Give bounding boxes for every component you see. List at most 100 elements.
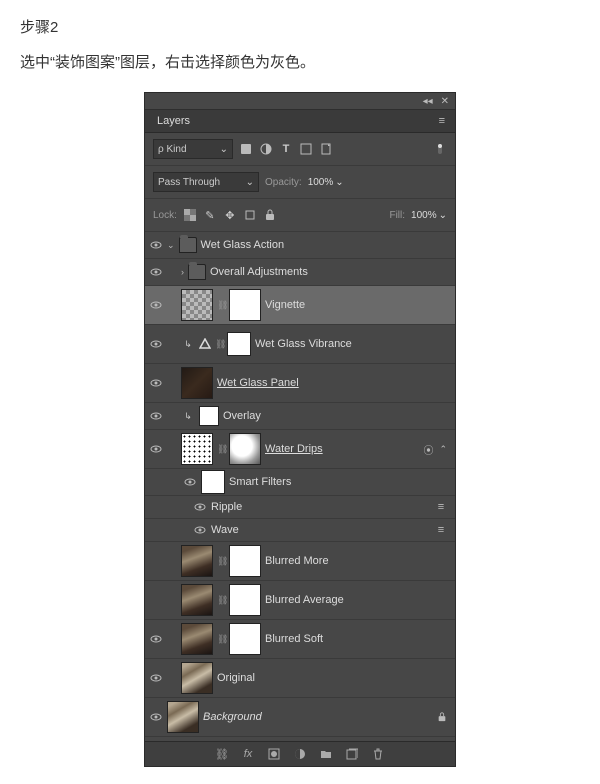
layer-name[interactable]: Overall Adjustments xyxy=(210,266,308,278)
filter-name[interactable]: Ripple xyxy=(211,501,242,513)
mask-thumbnail[interactable] xyxy=(227,332,251,356)
new-layer-icon[interactable] xyxy=(345,747,359,761)
layer-thumbnail[interactable] xyxy=(199,406,219,426)
caret-up-icon[interactable]: ⌃ xyxy=(439,444,447,455)
link-icon[interactable]: ⛓ xyxy=(217,634,225,645)
smart-filters-header[interactable]: Smart Filters xyxy=(145,469,455,496)
layer-name[interactable]: Original xyxy=(217,672,255,684)
layer-vibrance[interactable]: ↳ ⛓ Wet Glass Vibrance xyxy=(145,325,455,364)
lock-transparent-icon[interactable] xyxy=(183,208,197,222)
layer-group-adjustments[interactable]: › Overall Adjustments xyxy=(145,259,455,286)
close-icon[interactable]: ✕ xyxy=(441,96,449,107)
visibility-icon[interactable] xyxy=(149,554,163,568)
layer-name[interactable]: Background xyxy=(203,711,262,723)
filter-mask-thumbnail[interactable] xyxy=(201,470,225,494)
layer-thumbnail[interactable] xyxy=(181,367,213,399)
layer-name[interactable]: Overlay xyxy=(223,410,261,422)
layer-thumbnail[interactable] xyxy=(181,623,213,655)
layer-thumbnail[interactable] xyxy=(167,701,199,733)
visibility-icon[interactable] xyxy=(149,593,163,607)
lock-move-icon[interactable]: ✥ xyxy=(223,208,237,222)
filter-pixel-icon[interactable] xyxy=(239,142,253,156)
opacity-field[interactable]: 100% ⌄ xyxy=(308,177,344,188)
visibility-icon[interactable] xyxy=(149,442,163,456)
visibility-icon[interactable] xyxy=(149,376,163,390)
layer-name[interactable]: Wet Glass Panel xyxy=(217,377,299,389)
adjustment-layer-icon[interactable] xyxy=(293,747,307,761)
add-mask-icon[interactable] xyxy=(267,747,281,761)
mask-thumbnail[interactable] xyxy=(229,545,261,577)
layer-name[interactable]: Blurred More xyxy=(265,555,329,567)
layer-blurred-soft[interactable]: ⛓ Blurred Soft xyxy=(145,620,455,659)
visibility-icon[interactable] xyxy=(183,475,197,489)
lock-all-icon[interactable] xyxy=(263,208,277,222)
visibility-icon[interactable] xyxy=(149,409,163,423)
layer-vignette[interactable]: ⛓ Vignette xyxy=(145,286,455,325)
layer-name[interactable]: Vignette xyxy=(265,299,305,311)
layer-name[interactable]: Wet Glass Vibrance xyxy=(255,338,352,350)
panel-menu-icon[interactable]: ≡ xyxy=(435,113,449,129)
link-icon[interactable]: ⛓ xyxy=(217,300,225,311)
filter-toggle-icon[interactable] xyxy=(433,142,447,156)
layer-overlay[interactable]: ↳ Overlay xyxy=(145,403,455,430)
lock-artboard-icon[interactable] xyxy=(243,208,257,222)
blend-mode-dropdown[interactable]: Pass Through ⌄ xyxy=(153,172,259,192)
mask-thumbnail[interactable] xyxy=(229,584,261,616)
filter-kind-dropdown[interactable]: ρ Kind ⌄ xyxy=(153,139,233,159)
visibility-icon[interactable] xyxy=(193,523,207,537)
visibility-icon[interactable] xyxy=(149,337,163,351)
layer-thumbnail[interactable] xyxy=(181,433,213,465)
visibility-icon[interactable] xyxy=(193,500,207,514)
opacity-value: 100% xyxy=(308,177,334,188)
filter-ripple[interactable]: Ripple ≡ xyxy=(145,496,455,519)
visibility-icon[interactable] xyxy=(149,632,163,646)
fill-field[interactable]: 100% ⌄ xyxy=(411,210,447,221)
visibility-icon[interactable] xyxy=(149,298,163,312)
visibility-icon[interactable] xyxy=(149,265,163,279)
delete-layer-icon[interactable] xyxy=(371,747,385,761)
filter-adjust-icon[interactable] xyxy=(259,142,273,156)
mask-thumbnail[interactable] xyxy=(229,289,261,321)
layer-name[interactable]: Wet Glass Action xyxy=(201,239,285,251)
link-icon[interactable]: ⛓ xyxy=(217,444,225,455)
caret-right-icon[interactable]: › xyxy=(181,267,184,277)
link-icon[interactable]: ⛓ xyxy=(217,595,225,606)
layer-thumbnail[interactable] xyxy=(181,662,213,694)
layer-name[interactable]: Water Drips xyxy=(265,443,323,455)
filter-name[interactable]: Wave xyxy=(211,524,239,536)
link-icon[interactable]: ⛓ xyxy=(215,339,223,350)
link-button-icon[interactable]: ⛓ xyxy=(215,747,229,761)
layer-thumbnail[interactable] xyxy=(181,545,213,577)
fx-button-icon[interactable]: fx xyxy=(241,747,255,761)
mask-thumbnail[interactable] xyxy=(229,433,261,465)
filter-shape-icon[interactable] xyxy=(299,142,313,156)
layer-group-wet-glass[interactable]: ⌄ Wet Glass Action xyxy=(145,232,455,259)
visibility-icon[interactable] xyxy=(149,671,163,685)
layer-blurred-more[interactable]: ⛓ Blurred More xyxy=(145,542,455,581)
visibility-icon[interactable] xyxy=(149,710,163,724)
layer-thumbnail[interactable] xyxy=(181,289,213,321)
layer-wet-glass-panel[interactable]: Wet Glass Panel xyxy=(145,364,455,403)
filter-settings-icon[interactable]: ≡ xyxy=(435,524,447,536)
caret-down-icon[interactable]: ⌄ xyxy=(167,240,175,251)
layer-background[interactable]: Background xyxy=(145,698,455,737)
mask-thumbnail[interactable] xyxy=(229,623,261,655)
filter-type-icon[interactable]: T xyxy=(279,142,293,156)
layer-name[interactable]: Blurred Soft xyxy=(265,633,323,645)
visibility-icon[interactable] xyxy=(149,238,163,252)
filter-smart-icon[interactable] xyxy=(319,142,333,156)
tab-layers[interactable]: Layers xyxy=(151,113,196,129)
layer-water-drips[interactable]: ⛓ Water Drips ⦿ ⌃ xyxy=(145,430,455,469)
filter-wave[interactable]: Wave ≡ xyxy=(145,519,455,542)
layer-original[interactable]: Original xyxy=(145,659,455,698)
layer-thumbnail[interactable] xyxy=(181,584,213,616)
new-group-icon[interactable] xyxy=(319,747,333,761)
filter-settings-icon[interactable]: ≡ xyxy=(435,501,447,513)
collapse-icon[interactable]: ◂◂ xyxy=(423,96,433,107)
layer-name[interactable]: Blurred Average xyxy=(265,594,344,606)
layer-name[interactable]: Smart Filters xyxy=(229,476,291,488)
link-icon[interactable]: ⛓ xyxy=(217,556,225,567)
lock-brush-icon[interactable]: ✎ xyxy=(203,208,217,222)
layer-blurred-average[interactable]: ⛓ Blurred Average xyxy=(145,581,455,620)
lock-icon[interactable] xyxy=(437,712,447,722)
